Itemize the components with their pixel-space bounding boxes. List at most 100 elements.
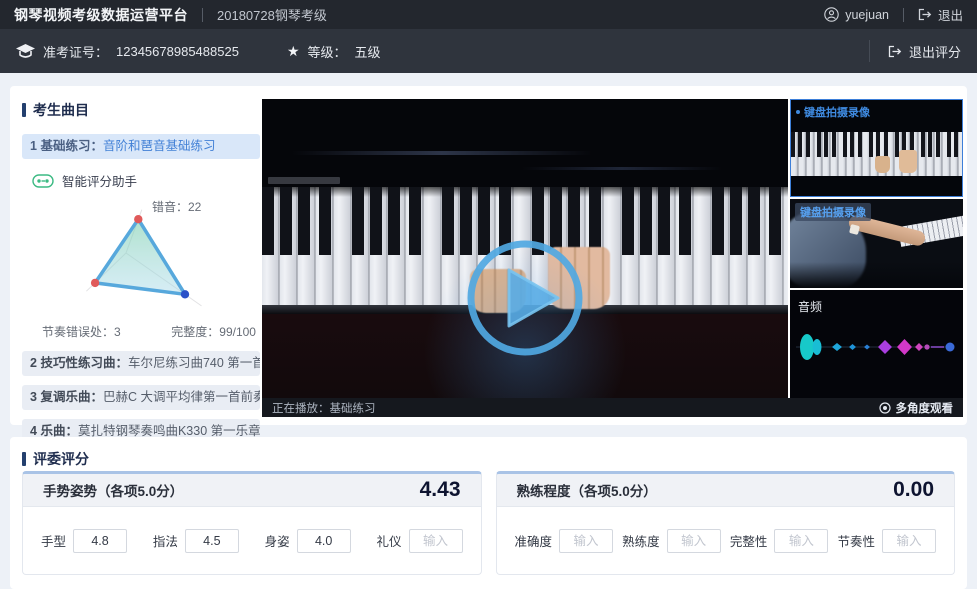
camera-angle-column: 键盘拍摄录像 键盘拍摄录像 音频 — [790, 99, 963, 398]
radar-chart: 错音：22 节奏错误处：3 完整度：99/100 — [22, 194, 260, 342]
song-name: 车尔尼练习曲740 第一首 — [128, 356, 260, 370]
piano-reflection — [292, 151, 592, 155]
active-dot — [796, 110, 800, 114]
ticket-group: 准考证号： 12345678985488525 — [16, 42, 239, 61]
level-label: 等级： — [308, 42, 347, 61]
logout-label: 退出 — [938, 5, 963, 24]
field-label-etiquette: 礼仪 — [376, 531, 401, 550]
scoring-panel: 评委评分 手势姿势（各项5.0分） 4.43 手型 指法 身姿 礼仪 熟练程度（… — [10, 437, 967, 589]
scoring-title: 评委评分 — [33, 449, 89, 469]
score-input-rhythm[interactable] — [882, 529, 936, 553]
exam-info-bar: 准考证号： 12345678985488525 ★ 等级： 五级 退出评分 — [0, 29, 977, 73]
level-group: ★ 等级： 五级 — [287, 42, 381, 61]
keyboard-camera-thumb-2[interactable]: 键盘拍摄录像 — [790, 199, 963, 288]
song-type: 复调乐曲： — [40, 390, 103, 404]
score-input-hand-shape[interactable] — [73, 529, 127, 553]
exit-scoring-label: 退出评分 — [909, 42, 961, 61]
ticket-number: 12345678985488525 — [116, 44, 239, 59]
card-total-score: 0.00 — [893, 478, 934, 502]
video-area: 键盘拍摄录像 键盘拍摄录像 音频 — [262, 99, 963, 417]
exit-scoring-icon — [888, 45, 902, 58]
song-name: 音阶和琶音基础练习 — [103, 139, 216, 153]
video-status-bar: 正在播放：基础练习 多角度观看 — [262, 398, 963, 417]
radar-label-completeness: 完整度：99/100 — [171, 323, 256, 340]
score-input-accuracy[interactable] — [559, 529, 613, 553]
top-navbar: 钢琴视频考级数据运营平台 20180728钢琴考级 yuejuan 退出 — [0, 0, 977, 29]
field-label-proficiency: 熟练度 — [622, 531, 660, 550]
level-value: 五级 — [355, 42, 381, 61]
score-input-fingering[interactable] — [185, 529, 239, 553]
video-watermark — [268, 177, 340, 184]
section-bar — [22, 452, 26, 466]
user-menu[interactable]: yuejuan — [824, 7, 889, 22]
keyboard-camera-thumb-1[interactable]: 键盘拍摄录像 — [790, 99, 963, 197]
song-index: 3 — [30, 390, 37, 404]
user-name: yuejuan — [845, 8, 889, 22]
field-label-fingering: 指法 — [153, 531, 178, 550]
piano-reflection — [522, 167, 722, 170]
radar-label-wrong-notes: 错音：22 — [152, 198, 201, 215]
app-title: 钢琴视频考级数据运营平台 — [14, 5, 188, 25]
app-window: 钢琴视频考级数据运营平台 20180728钢琴考级 yuejuan 退出 — [0, 0, 977, 589]
audio-waveform — [794, 326, 959, 368]
thumb1-label: 键盘拍摄录像 — [804, 104, 870, 120]
field-label-hand-shape: 手型 — [41, 531, 66, 550]
score-input-proficiency[interactable] — [667, 529, 721, 553]
play-button[interactable] — [464, 237, 586, 359]
main-video-player[interactable] — [262, 99, 788, 398]
card-total-score: 4.43 — [420, 478, 461, 502]
song-index: 4 — [30, 424, 37, 438]
song-type: 基础练习： — [40, 139, 103, 153]
thumb-piano-black-keys — [791, 132, 963, 157]
card-title: 熟练程度（各项5.0分） — [517, 480, 657, 500]
ticket-label: 准考证号： — [43, 42, 108, 61]
field-label-posture: 身姿 — [265, 531, 290, 550]
shade — [790, 262, 963, 288]
now-playing-value: 基础练习 — [330, 403, 376, 415]
exam-panel: 考生曲目 1 基础练习：音阶和琶音基础练习 智能评分助手 错音：22 节奏错误处… — [10, 86, 967, 425]
multi-angle-label: 多角度观看 — [896, 400, 954, 416]
radar-svg — [28, 202, 228, 320]
song-index: 1 — [30, 139, 37, 153]
ai-assistant-toggle[interactable]: 智能评分助手 — [32, 171, 260, 190]
field-label-rhythm: 节奏性 — [837, 531, 875, 550]
score-input-posture[interactable] — [297, 529, 351, 553]
song-type: 技巧性练习曲： — [40, 356, 128, 370]
logout-button[interactable]: 退出 — [918, 5, 963, 24]
navbar-divider — [202, 8, 203, 22]
ai-assistant-icon — [32, 174, 54, 188]
score-input-etiquette[interactable] — [409, 529, 463, 553]
graduation-cap-icon — [16, 44, 35, 59]
proficiency-card: 熟练程度（各项5.0分） 0.00 准确度 熟练度 完整性 节奏性 — [496, 471, 956, 575]
section-bar — [22, 103, 26, 117]
thumb-hand — [899, 150, 917, 173]
logout-icon — [918, 8, 932, 21]
radar-label-rhythm-errors: 节奏错误处：3 — [42, 323, 121, 340]
song-name: 巴赫C 大调平均律第一首前奏曲 — [103, 390, 260, 404]
thumb-hand — [875, 156, 890, 173]
thumb2-label: 键盘拍摄录像 — [795, 203, 871, 221]
repertoire-list: 考生曲目 1 基础练习：音阶和琶音基础练习 智能评分助手 错音：22 节奏错误处… — [22, 100, 260, 444]
gesture-posture-card: 手势姿势（各项5.0分） 4.43 手型 指法 身姿 礼仪 — [22, 471, 482, 575]
now-playing-label: 正在播放： — [272, 403, 330, 415]
song-item-3[interactable]: 3 复调乐曲：巴赫C 大调平均律第一首前奏曲 — [22, 385, 260, 410]
song-name: 莫扎特钢琴奏鸣曲K330 第一乐章 — [78, 424, 260, 438]
exit-scoring-button[interactable]: 退出评分 — [869, 40, 961, 62]
audio-label: 音频 — [798, 298, 822, 315]
repertoire-title: 考生曲目 — [33, 100, 89, 120]
scoring-cards: 手势姿势（各项5.0分） 4.43 手型 指法 身姿 礼仪 熟练程度（各项5.0… — [22, 471, 955, 575]
audio-track-panel[interactable]: 音频 — [790, 290, 963, 398]
score-input-completeness[interactable] — [774, 529, 828, 553]
star-icon: ★ — [287, 43, 300, 60]
repertoire-header: 考生曲目 — [22, 100, 260, 120]
user-circle-icon — [824, 7, 839, 22]
multi-angle-icon — [879, 402, 891, 414]
scoring-header: 评委评分 — [22, 449, 89, 469]
session-name: 20180728钢琴考级 — [217, 5, 327, 24]
multi-angle-button[interactable]: 多角度观看 — [879, 400, 954, 416]
song-item-1[interactable]: 1 基础练习：音阶和琶音基础练习 — [22, 134, 260, 159]
song-item-2[interactable]: 2 技巧性练习曲：车尔尼练习曲740 第一首 — [22, 351, 260, 376]
song-index: 2 — [30, 356, 37, 370]
field-label-completeness: 完整性 — [730, 531, 768, 550]
navbar-divider — [903, 8, 904, 22]
